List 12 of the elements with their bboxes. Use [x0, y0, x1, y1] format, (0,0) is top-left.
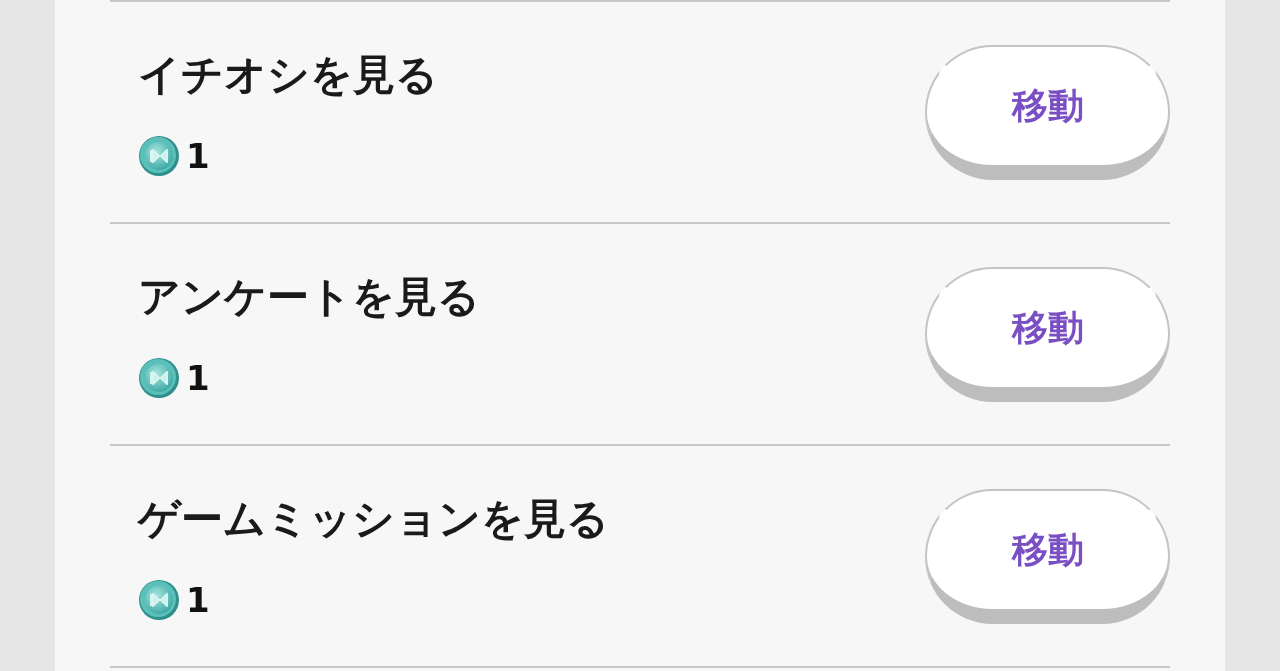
move-button[interactable]: 移動: [925, 489, 1170, 624]
mission-title: イチオシを見る: [138, 50, 438, 100]
coin-icon: [138, 357, 180, 399]
coin-icon: [138, 579, 180, 621]
mission-title: アンケートを見る: [138, 272, 480, 322]
reward-count: 1: [186, 579, 210, 621]
mission-title: ゲームミッションを見る: [138, 494, 609, 544]
move-button[interactable]: 移動: [925, 267, 1170, 402]
coin-icon: [138, 135, 180, 177]
move-button[interactable]: 移動: [925, 45, 1170, 180]
reward-count: 1: [186, 135, 210, 177]
reward-count: 1: [186, 357, 210, 399]
